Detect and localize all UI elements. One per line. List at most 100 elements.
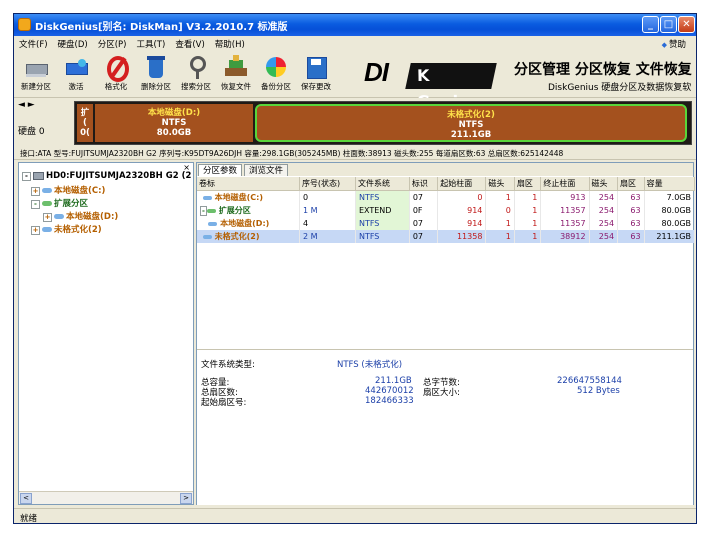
maximize-button[interactable]: □ (660, 16, 677, 33)
disk-tree-pane: × - HD0:FUJITSUMJA2320BH G2 (2 + 本地磁盘(C:) … (18, 162, 194, 505)
tab-strip: 分区参数 浏览文件 (197, 163, 693, 176)
backup-partition-icon (263, 54, 289, 80)
app-icon (18, 18, 31, 31)
start-sector-value: 182466333 (365, 396, 414, 406)
menu-view[interactable]: 查看(V) (170, 36, 209, 52)
tab-partition-params[interactable]: 分区参数 (198, 164, 243, 176)
tree-item-local-d[interactable]: + 本地磁盘(D:) (43, 210, 118, 222)
disk-nav-arrows[interactable]: ◄ ► (18, 100, 35, 110)
close-button[interactable]: ✕ (678, 16, 695, 33)
table-row[interactable]: 本地磁盘(C:) 0 NTFS 07 0 1 1 913 254 63 7.0G… (197, 190, 696, 204)
title-bar[interactable]: DiskGenius[别名: DiskMan] V3.2.2010.7 标准版 … (14, 14, 696, 36)
brand-logo-k: K (415, 66, 432, 85)
row-start-cyl: 11358 (437, 230, 487, 243)
extended-partition-icon (42, 201, 52, 206)
tree-item-label: 扩展分区 (54, 199, 89, 209)
row-volume: 未格式化(2) (197, 230, 300, 243)
table-row[interactable]: 本地磁盘(D:) 4 NTFS 07 914 1 1 11357 254 63 … (197, 217, 696, 230)
segment-unf-name: 未格式化(2) (447, 110, 495, 120)
save-changes-button[interactable]: 保存更改 (296, 54, 336, 92)
col-index[interactable]: 序号(状态) (299, 177, 356, 191)
hard-disk-icon (33, 171, 44, 180)
recover-files-button[interactable]: 恢复文件 (216, 54, 256, 92)
row-id: 0F (409, 204, 439, 217)
disk-map-row: ◄ ► 硬盘 0 扩 ( 0( 本地磁盘(D:) NTFS 80.0GB 未格式… (14, 98, 696, 148)
col-end-sector[interactable]: 扇区 (617, 177, 645, 191)
menu-file[interactable]: 文件(F) (14, 36, 53, 52)
row-start-head: 1 (485, 230, 515, 243)
menu-partition[interactable]: 分区(P) (93, 36, 132, 52)
row-end-head: 254 (589, 230, 619, 243)
format-button[interactable]: 格式化 (96, 54, 136, 92)
menu-tools[interactable]: 工具(T) (131, 36, 170, 52)
row-start-sector: 1 (514, 204, 542, 217)
col-end-cyl[interactable]: 终止柱面 (540, 177, 590, 191)
row-volume: 本地磁盘(D:) (197, 217, 300, 230)
delete-partition-label: 删除分区 (141, 82, 171, 91)
col-start-cyl[interactable]: 起始柱面 (437, 177, 487, 191)
save-changes-label: 保存更改 (301, 82, 331, 91)
row-volume-label: 未格式化(2) (214, 232, 260, 241)
minimize-button[interactable]: _ (642, 16, 659, 33)
extended-partition-segment[interactable]: 扩 ( 0( (77, 104, 93, 142)
scroll-left-icon[interactable]: < (20, 493, 32, 504)
tree-item-unformatted[interactable]: + 未格式化(2) (31, 223, 102, 235)
segment-d-size: 80.0GB (156, 128, 192, 138)
partition-icon (202, 235, 212, 239)
tree-expander[interactable]: + (31, 187, 40, 196)
col-start-sector[interactable]: 扇区 (514, 177, 542, 191)
segment-d-fs: NTFS (161, 118, 187, 128)
tree-horizontal-scrollbar[interactable]: < > (19, 491, 193, 504)
delete-partition-button[interactable]: 删除分区 (136, 54, 176, 92)
small-seg-line1: 扩 (80, 108, 90, 118)
row-id: 07 (409, 230, 439, 243)
row-start-head: 1 (485, 217, 515, 230)
menu-disk[interactable]: 硬盘(D) (53, 36, 93, 52)
col-start-head[interactable]: 磁头 (485, 177, 515, 191)
table-row[interactable]: - 扩展分区 1 M EXTEND 0F 914 0 1 11357 254 6… (197, 204, 696, 217)
col-filesystem[interactable]: 文件系统 (355, 177, 410, 191)
partition-segment-unformatted[interactable]: 未格式化(2) NTFS 211.1GB (255, 104, 687, 142)
col-end-head[interactable]: 磁头 (589, 177, 619, 191)
save-changes-icon (303, 54, 329, 80)
format-icon (103, 54, 129, 82)
col-volume[interactable]: 卷标 (197, 177, 300, 191)
total-sectors-value: 442670012 (365, 386, 414, 396)
activate-button[interactable]: 激活 (56, 54, 96, 92)
tree-expander[interactable]: + (43, 213, 52, 222)
row-end-sector: 63 (617, 217, 645, 230)
sector-size-label: 扇区大小: (423, 388, 460, 398)
activate-icon (63, 54, 89, 80)
extended-partition-icon (206, 209, 216, 213)
tab-browse-files[interactable]: 浏览文件 (244, 164, 289, 176)
segment-unf-fs: NTFS (458, 120, 484, 130)
tree-item-label: HD0:FUJITSUMJA2320BH G2 (2 (46, 171, 192, 181)
table-header-row: 卷标 序号(状态) 文件系统 标识 起始柱面 磁头 扇区 终止柱面 磁头 扇区 … (197, 177, 696, 191)
tree-expander[interactable]: - (31, 200, 40, 209)
partition-segment-d[interactable]: 本地磁盘(D:) NTFS 80.0GB (95, 104, 253, 142)
tree-expander[interactable]: - (22, 172, 31, 181)
backup-partition-button[interactable]: 备份分区 (256, 54, 296, 92)
col-capacity[interactable]: 容量 (644, 177, 696, 191)
partition-icon (54, 214, 64, 219)
tree-expander[interactable]: + (31, 226, 40, 235)
segment-unf-size: 211.1GB (450, 130, 492, 140)
sector-size-value: 512 Bytes (577, 386, 620, 396)
tree-item-hd0[interactable]: - HD0:FUJITSUMJA2320BH G2 (2 (22, 171, 191, 181)
row-index: 0 (299, 190, 356, 204)
row-volume-label: 本地磁盘(C:) (214, 193, 263, 202)
tree-item-extended[interactable]: - 扩展分区 (31, 197, 88, 209)
total-bytes-value: 226647558144 (557, 376, 622, 386)
row-end-head: 254 (589, 217, 619, 230)
menu-help[interactable]: 帮助(H) (210, 36, 250, 52)
status-bar: 就绪 (14, 508, 696, 523)
table-row-selected[interactable]: 未格式化(2) 2 M NTFS 07 11358 1 1 38912 254 … (197, 230, 696, 243)
sponsor-link[interactable]: 赞助 (662, 38, 686, 50)
row-end-sector: 63 (617, 190, 645, 204)
scroll-right-icon[interactable]: > (180, 493, 192, 504)
search-partition-button[interactable]: 搜索分区 (176, 54, 216, 92)
col-id[interactable]: 标识 (409, 177, 439, 191)
row-filesystem: NTFS (355, 230, 410, 243)
new-partition-button[interactable]: 新建分区 (16, 54, 56, 92)
tree-item-local-c[interactable]: + 本地磁盘(C:) (31, 184, 105, 196)
